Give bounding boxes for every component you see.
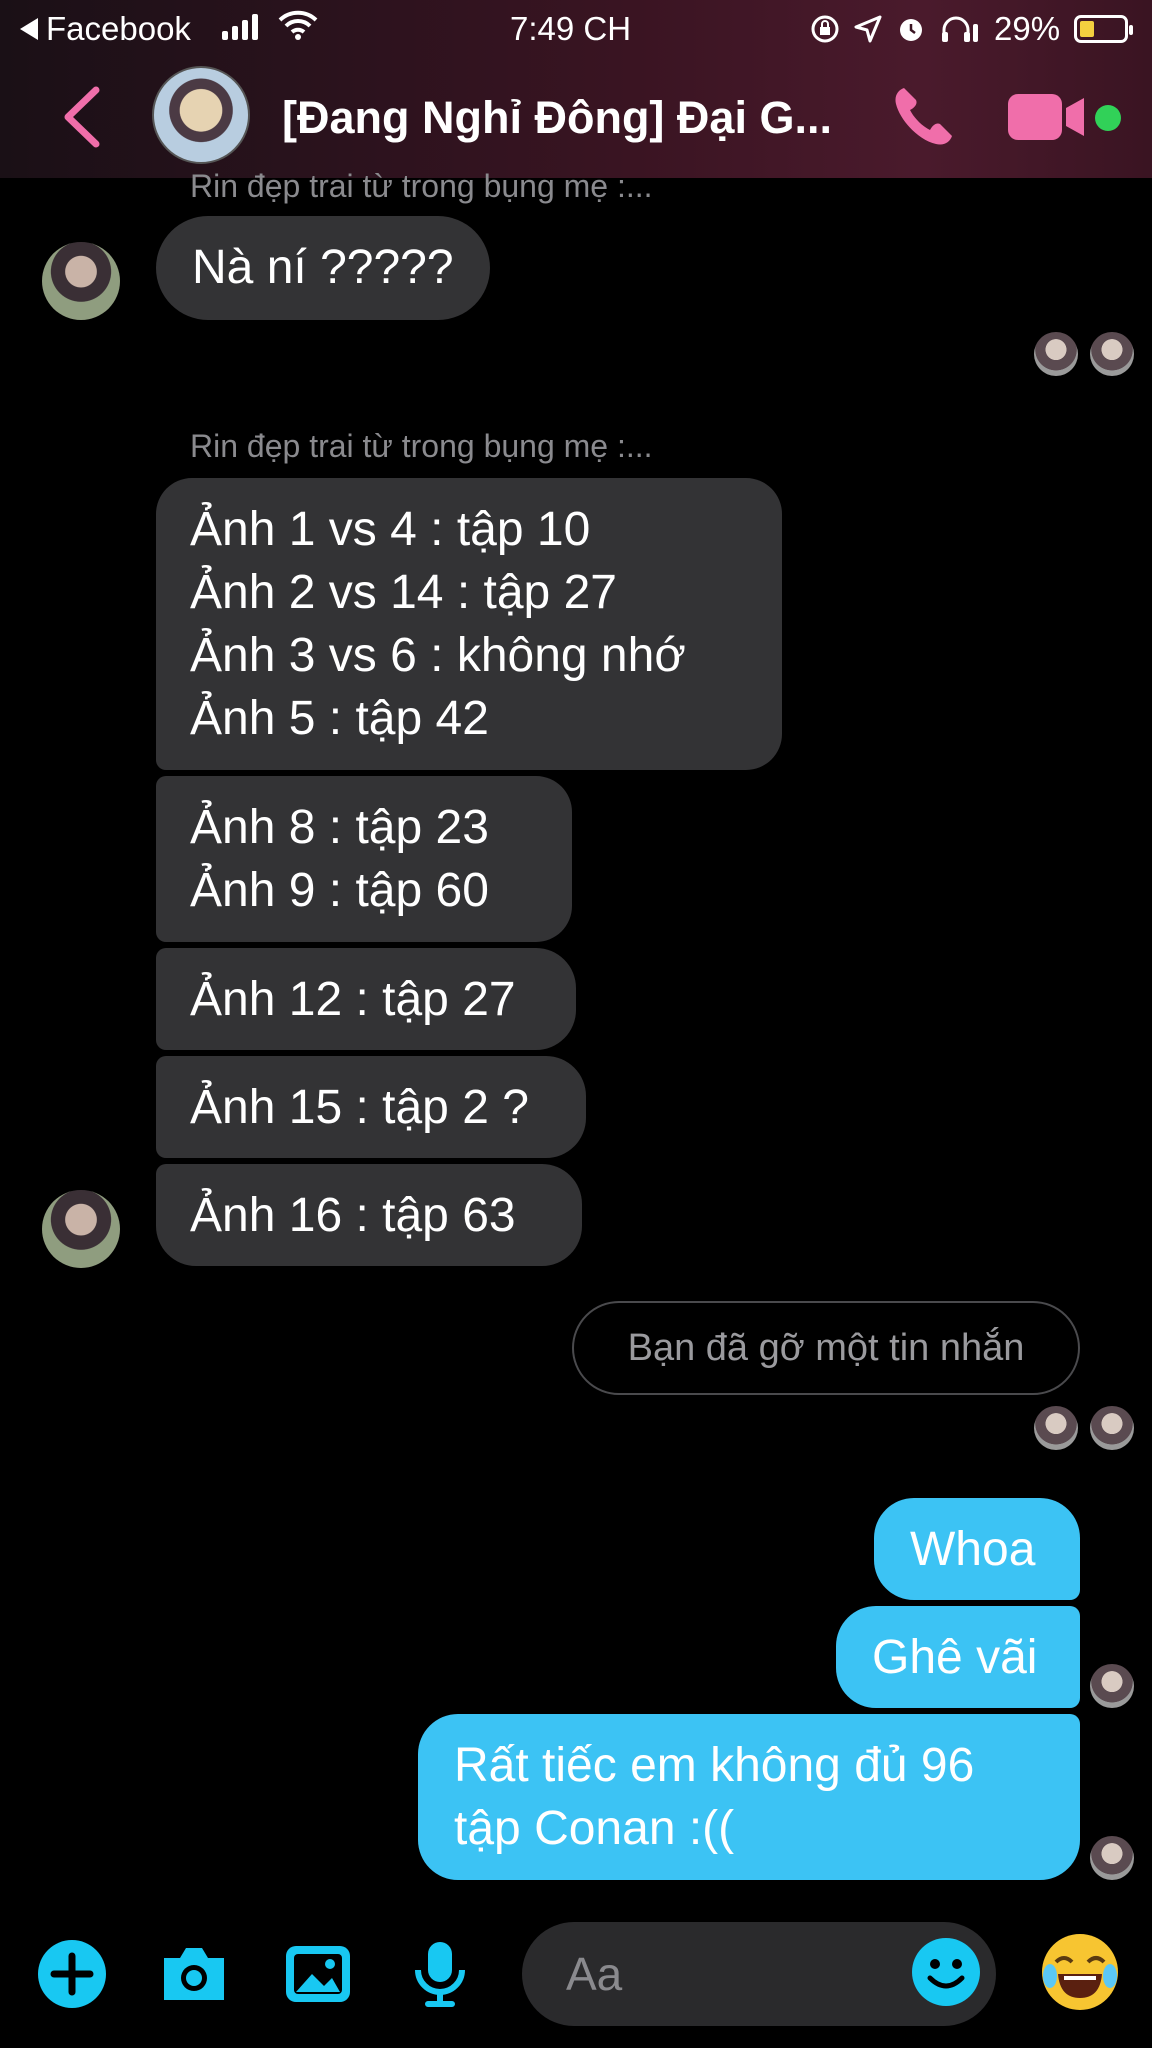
message-composer: Aa: [0, 1900, 1152, 2048]
message-line: tập Conan :((: [454, 1802, 735, 1855]
message-bubble[interactable]: Ảnh 1 vs 4 : tập 10 Ảnh 2 vs 14 : tập 27…: [156, 478, 782, 770]
camera-icon[interactable]: [158, 1938, 230, 2010]
sender-name: Rin đẹp trai từ trong bụng mẹ :...: [190, 168, 653, 204]
wifi-icon: [278, 10, 318, 40]
battery-percent: 29%: [994, 10, 1061, 47]
message-bubble[interactable]: Ảnh 12 : tập 27: [156, 948, 576, 1050]
message-line: Ảnh 5 : tập 42: [190, 692, 489, 745]
phone-call-icon[interactable]: [890, 84, 956, 150]
unsent-text: Bạn đã gỡ một tin nhắn: [627, 1326, 1025, 1369]
message-line: Ảnh 9 : tập 60: [190, 864, 489, 917]
microphone-icon[interactable]: [404, 1938, 476, 2010]
back-app-label: Facebook: [46, 10, 191, 47]
seen-avatar: [1034, 332, 1078, 376]
unsent-message-notice: Bạn đã gỡ một tin nhắn: [572, 1301, 1080, 1395]
seen-avatar: [1090, 332, 1134, 376]
seen-avatar: [1090, 1664, 1134, 1708]
battery-icon: [1074, 15, 1134, 43]
seen-avatar: [1034, 1406, 1078, 1450]
online-status-dot: [1095, 105, 1121, 131]
message-text: Ảnh 12 : tập 27: [190, 973, 516, 1026]
headphones-icon: [942, 16, 978, 42]
message-line: Ảnh 8 : tập 23: [190, 801, 489, 854]
message-text: Ảnh 15 : tập 2 ?: [190, 1081, 529, 1134]
message-input-placeholder: Aa: [566, 1948, 623, 2000]
chat-title[interactable]: [Đang Nghỉ Đông] Đại G...: [282, 92, 832, 144]
seen-avatar: [1090, 1836, 1134, 1880]
outgoing-bubble[interactable]: Ghê vãi: [836, 1606, 1080, 1708]
message-bubble[interactable]: Ảnh 8 : tập 23 Ảnh 9 : tập 60: [156, 776, 572, 942]
back-triangle-icon: [20, 18, 38, 40]
back-chevron-icon[interactable]: [58, 84, 108, 150]
message-line: Ảnh 2 vs 14 : tập 27: [190, 566, 617, 619]
rotation-lock-icon: [811, 15, 839, 43]
laughing-emoji-icon[interactable]: [1038, 1930, 1122, 2014]
group-avatar[interactable]: [152, 66, 250, 164]
message-text: Ghê vãi: [872, 1631, 1038, 1684]
video-call-icon[interactable]: [1006, 92, 1086, 142]
sender-avatar[interactable]: [42, 242, 120, 320]
sender-avatar[interactable]: [42, 1190, 120, 1268]
message-bubble[interactable]: Nà ní ?????: [156, 216, 490, 320]
location-icon: [854, 15, 882, 43]
message-text: Nà ní ?????: [192, 241, 454, 294]
emoji-icon[interactable]: [910, 1936, 982, 2008]
outgoing-bubble[interactable]: Rất tiếc em không đủ 96 tập Conan :((: [418, 1714, 1080, 1880]
message-text: Ảnh 16 : tập 63: [190, 1189, 516, 1242]
message-bubble[interactable]: Ảnh 15 : tập 2 ?: [156, 1056, 586, 1158]
gallery-icon[interactable]: [282, 1938, 354, 2010]
status-bar: Facebook 7:49 CH 29%: [0, 0, 1152, 58]
sender-name: Rin đẹp trai từ trong bụng mẹ :...: [190, 428, 653, 464]
status-right-icons: 29%: [810, 10, 1134, 48]
status-time: 7:49 CH: [510, 10, 632, 47]
seen-avatar: [1090, 1406, 1134, 1450]
message-line: Ảnh 1 vs 4 : tập 10: [190, 503, 591, 556]
chat-header: [Đang Nghỉ Đông] Đại G...: [0, 62, 1152, 172]
message-line: Rất tiếc em không đủ 96: [454, 1739, 975, 1792]
back-to-app[interactable]: Facebook: [20, 10, 191, 48]
outgoing-bubble[interactable]: Whoa: [874, 1498, 1080, 1600]
plus-icon[interactable]: [36, 1938, 108, 2010]
alarm-icon: [900, 19, 922, 41]
message-line: Ảnh 3 vs 6 : không nhớ: [190, 629, 686, 682]
signal-icon: [222, 14, 258, 40]
message-text: Whoa: [910, 1523, 1036, 1576]
message-bubble[interactable]: Ảnh 16 : tập 63: [156, 1164, 582, 1266]
